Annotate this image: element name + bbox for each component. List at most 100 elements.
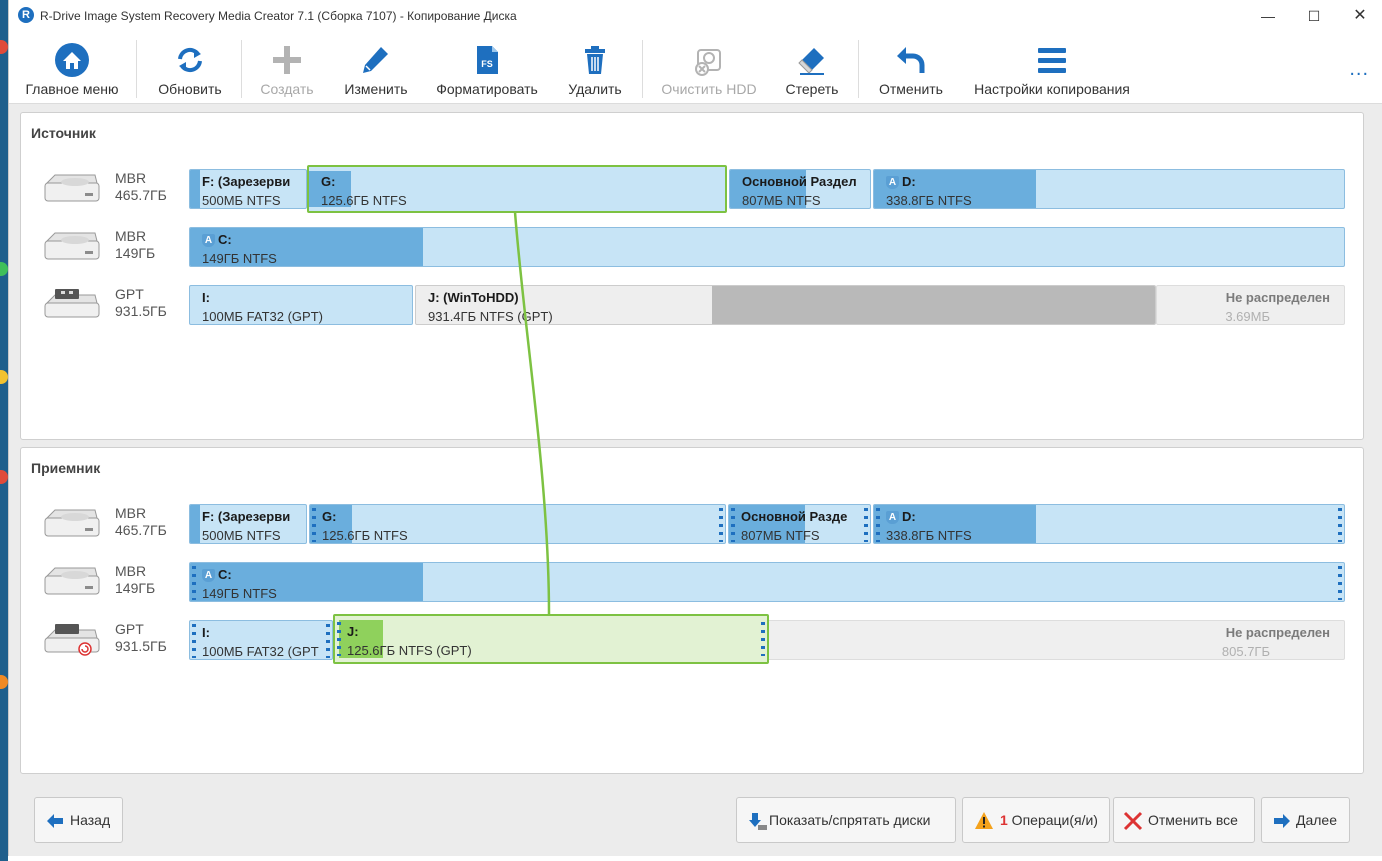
resize-handle-right[interactable] xyxy=(326,624,330,658)
main-menu-button[interactable]: Главное меню xyxy=(15,38,129,100)
trash-icon xyxy=(585,46,605,74)
next-button[interactable]: Далее xyxy=(1261,797,1350,843)
partition-name: C: xyxy=(218,567,232,582)
resize-handle-left[interactable] xyxy=(731,508,735,542)
operations-count: 1 xyxy=(1000,812,1008,828)
partition-info: 500МБ NTFS xyxy=(202,193,281,208)
eraser-icon xyxy=(798,48,824,75)
operations-button[interactable]: 1 Операци(я/и) xyxy=(962,797,1110,843)
target-title: Приемник xyxy=(31,460,101,476)
title-bar: R R-Drive Image System Recovery Media Cr… xyxy=(9,0,1382,32)
desktop-icon xyxy=(0,470,8,484)
wipe-hdd-button[interactable]: Очистить HDD xyxy=(653,38,765,100)
delete-button[interactable]: Удалить xyxy=(557,38,633,100)
partition[interactable]: I: 100МБ FAT32 (GPT xyxy=(189,620,333,660)
warning-icon xyxy=(975,812,993,829)
minimize-button[interactable]: — xyxy=(1245,0,1291,32)
back-button[interactable]: Назад xyxy=(34,797,123,843)
partition-info: 149ГБ NTFS xyxy=(202,586,277,601)
partition-name: G: xyxy=(322,509,337,524)
unallocated-space[interactable]: Не распределен 805.7ГБ xyxy=(767,620,1345,660)
close-button[interactable]: ✕ xyxy=(1337,0,1382,32)
partition-name: D: xyxy=(902,174,916,189)
partition-name: Не распределен xyxy=(1225,290,1330,305)
refresh-button[interactable]: Обновить xyxy=(147,38,233,100)
format-button[interactable]: FS Форматировать xyxy=(429,38,545,100)
partition-info: 338.8ГБ NTFS xyxy=(886,193,972,208)
disk-size: 465.7ГБ xyxy=(115,187,167,203)
source-panel: Источник MBR 465.7ГБ F: (Зарезерви 500МБ… xyxy=(20,112,1364,440)
partition[interactable]: I: 100МБ FAT32 (GPT) xyxy=(189,285,413,325)
partition[interactable]: G: 125.6ГБ NTFS xyxy=(309,504,726,544)
resize-handle-left[interactable] xyxy=(337,622,341,656)
partition-info: 807МБ NTFS xyxy=(741,528,820,543)
partition[interactable]: A D: 338.8ГБ NTFS xyxy=(873,504,1345,544)
disk-size: 931.5ГБ xyxy=(115,638,167,654)
target-disk-row[interactable]: MBR 149ГБ A C: 149ГБ NTFS xyxy=(21,560,1365,602)
partition-info: 125.6ГБ NTFS xyxy=(322,528,408,543)
arrow-right-icon xyxy=(1274,814,1290,828)
usb-drive-icon xyxy=(44,289,100,318)
partition-name: Основной Раздел xyxy=(742,174,857,189)
resize-handle-left[interactable] xyxy=(876,508,880,542)
operations-label: Операци(я/и) xyxy=(1007,812,1098,828)
resize-handle-right[interactable] xyxy=(864,508,868,542)
partition-name: F: (Зарезерви xyxy=(202,174,291,189)
partition[interactable]: A D: 338.8ГБ NTFS xyxy=(873,169,1345,209)
create-button[interactable]: Создать xyxy=(249,38,325,100)
resize-handle-right[interactable] xyxy=(1338,566,1342,600)
partition[interactable]: F: (Зарезерви 500МБ NTFS xyxy=(189,169,307,209)
lock-badge-icon: A xyxy=(202,569,215,582)
source-disk-row[interactable]: GPT 931.5ГБ I: 100МБ FAT32 (GPT) J: (Win… xyxy=(21,283,1365,325)
erase-button[interactable]: Стереть xyxy=(773,38,851,100)
resize-handle-right[interactable] xyxy=(1338,508,1342,542)
cancel-all-button[interactable]: Отменить все xyxy=(1113,797,1255,843)
resize-handle-right[interactable] xyxy=(719,508,723,542)
create-label: Создать xyxy=(260,81,314,97)
show-hide-label: Показать/спрятать диски xyxy=(769,812,931,828)
partition-selected[interactable]: G: 125.6ГБ NTFS xyxy=(307,165,727,213)
partition-info: 931.4ГБ NTFS (GPT) xyxy=(428,309,553,324)
edit-button[interactable]: Изменить xyxy=(335,38,417,100)
partition[interactable]: Основной Раздел 807МБ NTFS xyxy=(729,169,871,209)
partition-info: 338.8ГБ NTFS xyxy=(886,528,972,543)
partition-info: 807МБ NTFS xyxy=(742,193,821,208)
desktop-icon xyxy=(0,262,8,276)
home-icon xyxy=(55,43,89,77)
partition[interactable]: A C: 149ГБ NTFS xyxy=(189,562,1345,602)
partition-info: 125.6ГБ NTFS xyxy=(321,193,407,208)
menu-icon xyxy=(1038,48,1066,73)
partition[interactable]: Основной Разде 807МБ NTFS xyxy=(728,504,871,544)
resize-handle-left[interactable] xyxy=(312,508,316,542)
copy-settings-button[interactable]: Настройки копирования xyxy=(965,38,1139,100)
disk-type: MBR xyxy=(115,563,147,579)
partition-name: F: (Зарезерви xyxy=(202,509,291,524)
desktop-edge xyxy=(0,0,8,861)
source-disk-row[interactable]: MBR 149ГБ A C: 149ГБ NTFS xyxy=(21,225,1365,267)
maximize-button[interactable]: ☐ xyxy=(1291,0,1337,32)
target-disk-row[interactable]: GPT 931.5ГБ I: 100МБ FAT32 (GPT Не распр… xyxy=(21,614,1365,664)
resize-handle-left[interactable] xyxy=(192,566,196,600)
source-disk-row[interactable]: MBR 465.7ГБ F: (Зарезерви 500МБ NTFS G: … xyxy=(21,165,1365,213)
format-label: Форматировать xyxy=(436,81,538,97)
partition-name: J: (WinToHDD) xyxy=(428,290,519,305)
toolbar-separator xyxy=(858,40,859,98)
more-options-button[interactable]: ... xyxy=(1349,58,1369,81)
resize-handle-right[interactable] xyxy=(761,622,765,656)
back-label: Назад xyxy=(70,812,111,828)
undo-button[interactable]: Отменить xyxy=(869,38,953,100)
show-hide-disks-button[interactable]: Показать/спрятать диски xyxy=(736,797,956,843)
target-disk-row[interactable]: MBR 465.7ГБ F: (Зарезерви 500МБ NTFS G: … xyxy=(21,502,1365,544)
disk-size: 465.7ГБ xyxy=(115,522,167,538)
new-partition-selected[interactable]: J: 125.6ГБ NTFS (GPT) xyxy=(333,614,769,664)
disk-type: MBR xyxy=(115,228,147,244)
partition[interactable]: J: (WinToHDD) 931.4ГБ NTFS (GPT) xyxy=(415,285,1156,325)
red-x-icon xyxy=(1123,811,1143,831)
down-arrow-disk-icon xyxy=(749,813,767,830)
source-title: Источник xyxy=(31,125,96,141)
partition[interactable]: A C: 149ГБ NTFS xyxy=(189,227,1345,267)
unallocated-space[interactable]: Не распределен 3.69МБ xyxy=(1156,285,1345,325)
partition-name: C: xyxy=(218,232,232,247)
resize-handle-left[interactable] xyxy=(192,624,196,658)
partition[interactable]: F: (Зарезерви 500МБ NTFS xyxy=(189,504,307,544)
